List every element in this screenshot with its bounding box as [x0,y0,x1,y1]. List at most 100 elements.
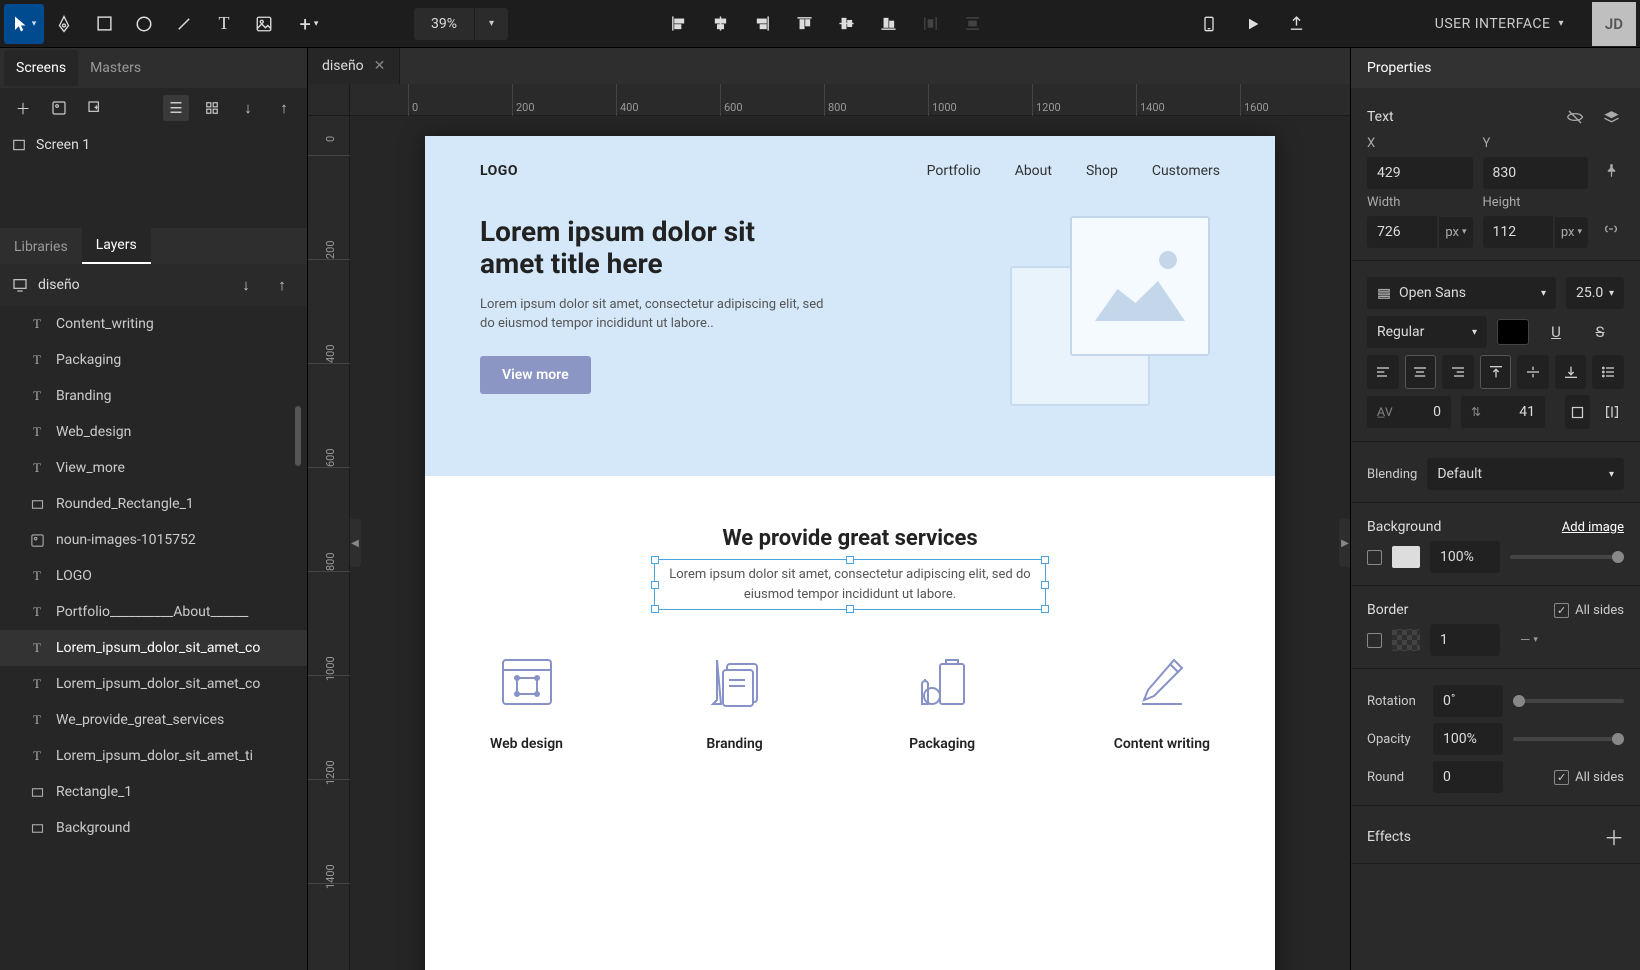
layer-item[interactable]: noun-images-1015752 [0,522,307,558]
grid-view-icon[interactable] [199,95,225,121]
add-screen-icon[interactable]: ＋ [10,95,36,121]
tab-masters[interactable]: Masters [78,50,153,86]
list-icon[interactable] [1592,355,1624,389]
valign-middle-icon[interactable] [1517,355,1549,389]
layer-item[interactable]: Background [0,810,307,846]
align-top-icon[interactable] [784,4,824,44]
expand-right-handle[interactable]: ▶ [1339,519,1350,567]
round-input[interactable] [1433,761,1503,793]
layer-item[interactable]: TPackaging [0,342,307,378]
link-wh-icon[interactable] [1598,216,1624,242]
duplicate-icon[interactable] [82,95,108,121]
underline-icon[interactable]: U [1539,315,1573,349]
image-tool[interactable] [244,4,284,44]
align-right-text-icon[interactable] [1442,355,1474,389]
border-allsides-checkbox[interactable] [1554,603,1569,618]
text-frame-icon[interactable] [1565,395,1590,429]
tab-libraries[interactable]: Libraries [0,230,82,264]
layer-item[interactable]: TContent_writing [0,306,307,342]
select-tool[interactable]: ▾ [4,4,44,44]
valign-top-icon[interactable] [1480,355,1512,389]
layer-item[interactable]: TPortfolio__________About______ [0,594,307,630]
align-bottom-icon[interactable] [868,4,908,44]
opacity-slider[interactable] [1513,737,1624,741]
scrollbar[interactable] [295,406,301,466]
y-input[interactable] [1483,157,1589,189]
height-input[interactable] [1483,216,1553,248]
align-left-text-icon[interactable] [1367,355,1399,389]
bg-enable-checkbox[interactable] [1367,550,1382,565]
mobile-preview-icon[interactable] [1189,4,1229,44]
upload-icon[interactable] [1277,4,1317,44]
close-icon[interactable]: ✕ [374,58,386,74]
zoom-dropdown[interactable]: ▾ [474,8,508,40]
height-unit[interactable]: px ▾ [1555,217,1588,248]
layer-item[interactable]: TLOGO [0,558,307,594]
align-middle-icon[interactable] [826,4,866,44]
pen-tool[interactable] [44,4,84,44]
collapse-up-icon[interactable]: ↑ [269,272,295,298]
layer-item[interactable]: TBranding [0,378,307,414]
border-color-swatch[interactable] [1392,629,1420,651]
text-autowidth-icon[interactable] [1600,395,1625,429]
resize-handle[interactable] [846,605,854,613]
pin-icon[interactable] [1598,157,1624,183]
artboard[interactable]: LOGO PortfolioAboutShopCustomers Lorem i… [425,136,1275,970]
screen-item[interactable]: Screen 1 [0,128,307,162]
project-dropdown[interactable]: USER INTERFACE▾ [1421,16,1578,32]
tab-layers[interactable]: Layers [82,228,151,264]
text-tool[interactable]: T [204,4,244,44]
valign-bottom-icon[interactable] [1555,355,1587,389]
align-center-h-icon[interactable] [700,4,740,44]
sort-down-icon[interactable]: ↓ [235,95,261,121]
rotation-input[interactable] [1433,685,1503,717]
zoom-value[interactable]: 39% [414,16,474,32]
tab-screens[interactable]: Screens [4,50,78,86]
resize-handle[interactable] [1041,581,1049,589]
align-left-icon[interactable] [658,4,698,44]
layer-item[interactable]: TLorem_ipsum_dolor_sit_amet_ti [0,738,307,774]
expand-left-handle[interactable]: ◀ [350,519,361,567]
layer-item[interactable]: TLorem_ipsum_dolor_sit_amet_co [0,630,307,666]
font-size-select[interactable]: 25.0▾ [1566,277,1624,309]
bg-color-swatch[interactable] [1392,546,1420,568]
opacity-input[interactable] [1433,723,1503,755]
ellipse-tool[interactable] [124,4,164,44]
layer-item[interactable]: TLorem_ipsum_dolor_sit_amet_co [0,666,307,702]
sort-up-icon[interactable]: ↑ [271,95,297,121]
x-input[interactable] [1367,157,1473,189]
line-height-input[interactable]: ⇅ 41 [1461,396,1545,428]
play-icon[interactable] [1233,4,1273,44]
rect-tool[interactable] [84,4,124,44]
width-unit[interactable]: px ▾ [1439,217,1472,248]
resize-handle[interactable] [1041,556,1049,564]
round-allsides-checkbox[interactable] [1554,770,1569,785]
selected-text-element[interactable]: Lorem ipsum dolor sit amet, consectetur … [660,565,1040,604]
strikethrough-icon[interactable]: S [1583,315,1617,349]
font-weight-select[interactable]: Regular▾ [1367,316,1487,348]
width-input[interactable] [1367,216,1437,248]
resize-handle[interactable] [651,556,659,564]
visibility-icon[interactable] [1562,104,1588,130]
canvas[interactable]: ◀ ▶ LOGO PortfolioAboutShopCustomers Lor… [350,116,1350,970]
line-tool[interactable] [164,4,204,44]
list-view-icon[interactable]: ☰ [163,95,189,121]
align-right-icon[interactable] [742,4,782,44]
border-width-input[interactable] [1430,624,1500,656]
layer-root[interactable]: diseño ↓ ↑ [0,264,307,306]
resize-handle[interactable] [1041,605,1049,613]
doc-tab[interactable]: diseño ✕ [308,48,400,84]
bg-opacity-slider[interactable] [1510,555,1624,559]
bg-opacity-input[interactable] [1430,541,1500,573]
layer-item[interactable]: TView_more [0,450,307,486]
resize-handle[interactable] [846,556,854,564]
add-effect-icon[interactable]: ＋ [1604,822,1624,851]
layer-item[interactable]: TWeb_design [0,414,307,450]
user-avatar[interactable]: JD [1592,2,1636,46]
text-color-chip[interactable] [1497,319,1529,345]
letter-spacing-input[interactable]: A̲V 0 [1367,396,1451,428]
font-family-select[interactable]: Open Sans▾ [1367,277,1556,309]
layer-item[interactable]: Rectangle_1 [0,774,307,810]
add-tool[interactable]: +▾ [284,4,334,44]
collapse-down-icon[interactable]: ↓ [233,272,259,298]
